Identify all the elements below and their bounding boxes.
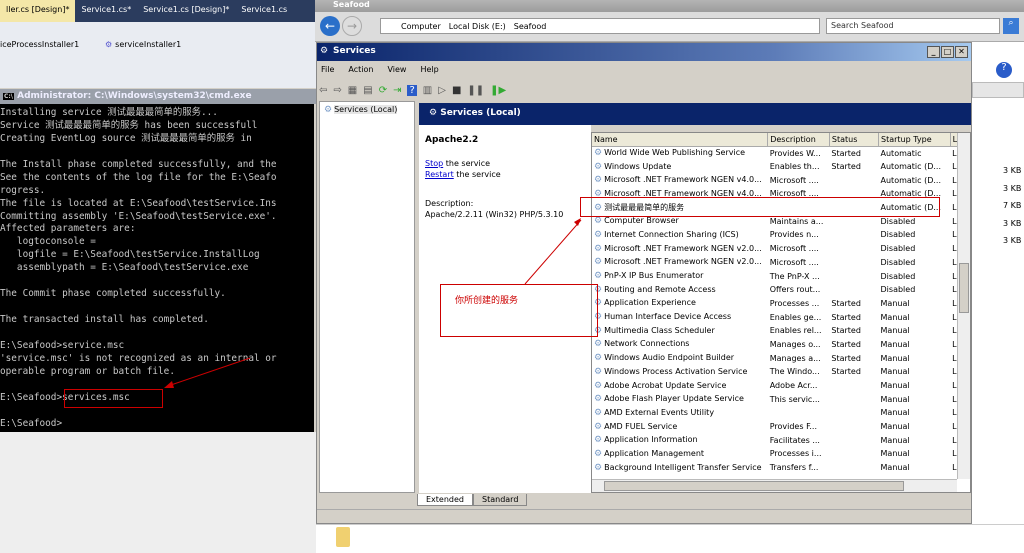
arrow-head bbox=[164, 381, 174, 388]
annotation-arrows bbox=[164, 218, 582, 388]
arrow-line bbox=[524, 219, 582, 285]
arrow-head bbox=[574, 218, 581, 226]
arrow-line bbox=[167, 357, 251, 387]
